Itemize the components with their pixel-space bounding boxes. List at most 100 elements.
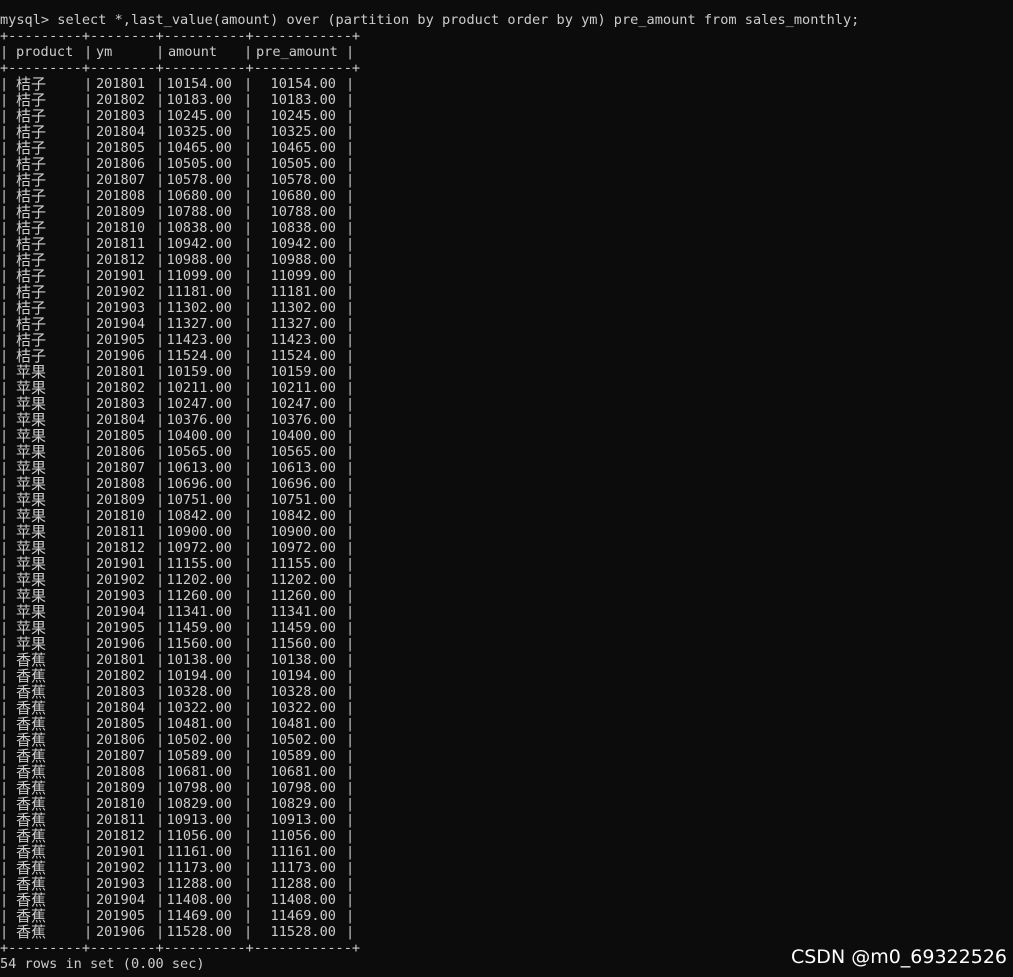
column-divider: | — [346, 460, 355, 476]
column-divider: | — [84, 684, 93, 700]
table-row: | 苹果 | 201808 | 10696.00 | 10696.00 | — [0, 476, 354, 492]
column-divider: | — [84, 380, 93, 396]
cell-ym: 201812 — [96, 828, 146, 844]
column-divider: | — [346, 892, 355, 908]
table-row: | 桔子 | 201906 | 11524.00 | 11524.00 | — [0, 348, 354, 364]
cell-ym: 201802 — [96, 380, 146, 396]
column-divider: | — [84, 860, 93, 876]
column-divider: | — [0, 236, 9, 252]
column-divider: | — [84, 124, 93, 140]
cell-amount: 10696.00 — [166, 476, 232, 492]
table-row: | 香蕉 | 201904 | 11408.00 | 11408.00 | — [0, 892, 355, 908]
cell-product: 苹果 — [16, 476, 47, 492]
column-divider: | — [346, 540, 355, 556]
cell-amount: 10578.00 — [166, 172, 232, 188]
cell-ym: 201905 — [96, 908, 146, 924]
column-divider: | — [0, 156, 9, 172]
column-divider: | — [84, 780, 93, 796]
column-divider: | — [0, 588, 9, 604]
cell-pre-amount: 10696.00 — [270, 476, 336, 492]
column-divider: | — [346, 268, 355, 284]
table-row: | 香蕉 | 201804 | 10322.00 | 10322.00 | — [0, 700, 354, 716]
table-row: | 桔子 | 201803 | 10245.00 | 10245.00 | — [0, 108, 355, 124]
cell-product: 苹果 — [16, 460, 47, 476]
table-row: | 苹果 | 201809 | 10751.00 | 10751.00 | — [0, 492, 354, 508]
cell-ym: 201807 — [96, 748, 146, 764]
column-divider: | — [0, 364, 9, 380]
cell-amount: 10988.00 — [166, 252, 232, 268]
cell-amount: 10183.00 — [166, 92, 232, 108]
column-divider: | — [0, 844, 9, 860]
cell-pre-amount: 11327.00 — [270, 316, 336, 332]
column-divider: | — [0, 540, 9, 556]
cell-pre-amount: 10376.00 — [270, 412, 336, 428]
cell-ym: 201805 — [96, 140, 146, 156]
cell-amount: 10613.00 — [166, 460, 232, 476]
table-row: | 香蕉 | 201801 | 10138.00 | 10138.00 | — [0, 652, 354, 668]
column-divider: | — [84, 188, 93, 204]
column-divider: | — [0, 92, 9, 108]
cell-ym: 201903 — [96, 876, 146, 892]
column-divider: | — [0, 524, 9, 540]
cell-product: 苹果 — [16, 444, 47, 460]
cell-amount: 11327.00 — [166, 316, 232, 332]
column-divider: | — [84, 588, 93, 604]
column-divider: | — [0, 300, 9, 316]
cell-amount: 11408.00 — [166, 892, 232, 908]
cell-pre-amount: 11459.00 — [270, 620, 336, 636]
column-divider: | — [244, 44, 253, 60]
column-divider: | — [84, 236, 93, 252]
column-divider: | — [346, 764, 355, 780]
table-row: | 苹果 | 201807 | 10613.00 | 10613.00 | — [0, 460, 355, 476]
cell-pre-amount: 10900.00 — [270, 524, 336, 540]
cell-amount: 10465.00 — [166, 140, 232, 156]
column-divider: | — [84, 748, 93, 764]
cell-product: 桔子 — [16, 284, 47, 300]
table-row: | 桔子 | 201802 | 10183.00 | 10183.00 | — [0, 92, 354, 108]
terminal-console[interactable]: mysql> select *,last_value(amount) over … — [0, 0, 1013, 977]
column-divider: | — [0, 860, 9, 876]
column-header-amount: amount — [168, 44, 218, 60]
column-divider: | — [0, 348, 9, 364]
column-divider: | — [84, 140, 93, 156]
column-divider: | — [346, 300, 355, 316]
column-divider: | — [84, 460, 93, 476]
cell-amount: 11459.00 — [166, 620, 232, 636]
cell-product: 香蕉 — [16, 844, 47, 860]
column-divider: | — [84, 524, 93, 540]
column-divider: | — [84, 300, 93, 316]
table-border-top: +---------+--------+----------+---------… — [0, 28, 361, 44]
cell-product: 香蕉 — [16, 668, 47, 684]
column-divider: | — [346, 908, 355, 924]
cell-pre-amount: 10798.00 — [270, 780, 336, 796]
column-divider: | — [84, 668, 93, 684]
cell-product: 香蕉 — [16, 828, 47, 844]
column-divider: | — [84, 620, 93, 636]
cell-product: 香蕉 — [16, 924, 47, 940]
column-divider: | — [84, 572, 93, 588]
cell-pre-amount: 10211.00 — [270, 380, 336, 396]
column-divider: | — [346, 140, 355, 156]
cell-ym: 201801 — [96, 652, 146, 668]
column-divider: | — [0, 764, 9, 780]
cell-product: 苹果 — [16, 540, 47, 556]
table-row: | 苹果 | 201904 | 11341.00 | 11341.00 | — [0, 604, 354, 620]
cell-product: 桔子 — [16, 348, 47, 364]
column-divider: | — [346, 796, 355, 812]
cell-ym: 201804 — [96, 412, 146, 428]
cell-amount: 11469.00 — [166, 908, 232, 924]
cell-ym: 201801 — [96, 76, 146, 92]
column-divider: | — [84, 396, 93, 412]
cell-product: 桔子 — [16, 316, 47, 332]
column-divider: | — [84, 92, 93, 108]
cell-ym: 201805 — [96, 428, 146, 444]
column-divider: | — [346, 108, 355, 124]
cell-amount: 10913.00 — [166, 812, 232, 828]
cell-product: 香蕉 — [16, 860, 47, 876]
table-row: | 苹果 | 201905 | 11459.00 | 11459.00 | — [0, 620, 354, 636]
column-divider: | — [84, 876, 93, 892]
table-row: | 桔子 | 201807 | 10578.00 | 10578.00 | — [0, 172, 354, 188]
cell-product: 苹果 — [16, 380, 47, 396]
cell-ym: 201905 — [96, 332, 146, 348]
table-row: | 苹果 | 201805 | 10400.00 | 10400.00 | — [0, 428, 354, 444]
